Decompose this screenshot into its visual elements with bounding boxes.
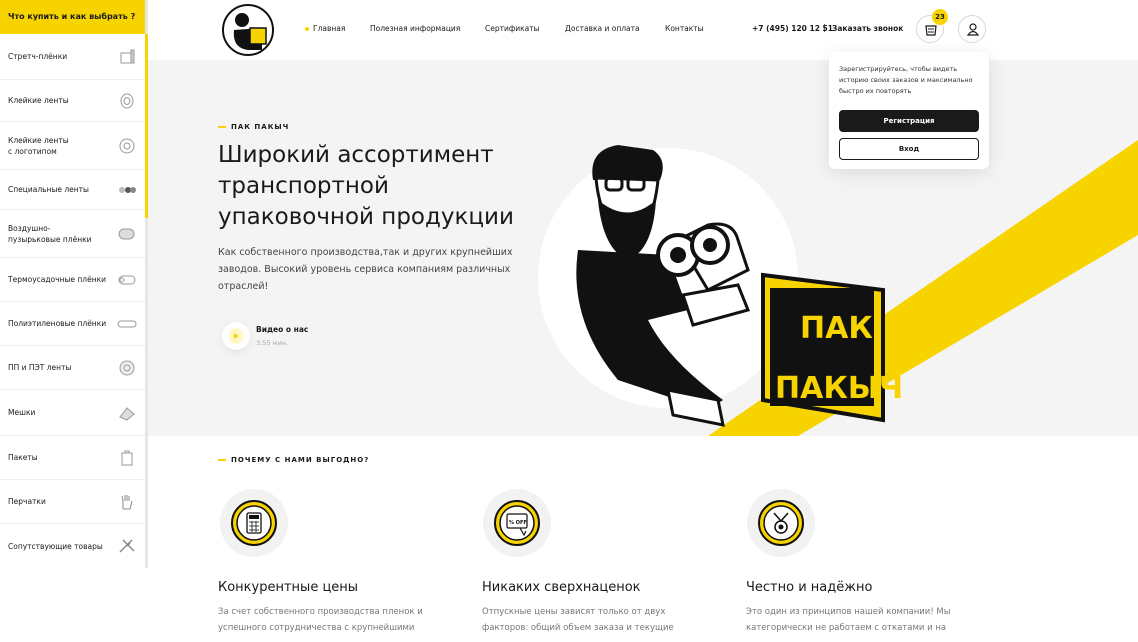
cart-count-badge: 23 [932,9,948,25]
header-separator: | [823,23,826,32]
tools-icon [119,539,135,553]
feature-title: Честно и надёжно [746,580,873,595]
sidebar-item-label: Перчатки [8,497,46,506]
polyethylene-film-icon [117,320,137,328]
sidebar-item-label: ПП и ПЭТ ленты [8,363,72,372]
callback-link[interactable]: Заказать звонок [832,24,903,33]
logo-tape-icon [119,138,135,154]
page: Что купить и как выбрать ? Стретч-плёнки… [0,0,1138,642]
popover-text: Зарегистрируйтесь, чтобы видеть историю … [839,65,973,95]
shrink-film-icon [118,275,136,285]
register-button[interactable]: Регистрация [839,110,979,132]
sidebar-item-strapping[interactable]: ПП и ПЭТ ленты [0,346,145,390]
strapping-tape-icon [119,360,135,376]
medal-icon [747,489,815,557]
sidebar-item-shrink-film[interactable]: Термоусадочные плёнки [0,258,145,302]
bubble-wrap-icon [118,228,135,240]
nav-useful-info[interactable]: Полезная информация [370,24,460,33]
feature-title: Никаких сверхнаценок [482,580,641,595]
sidebar-item-label: Специальные ленты [8,185,89,194]
sidebar-item-label: Воздушно- пузырьковые плёнки [8,223,92,244]
video-duration: 3:55 мин. [256,339,289,347]
account-button[interactable] [958,15,986,43]
box-label-line1: ПАК [800,311,873,346]
category-sidebar: Что купить и как выбрать ? Стретч-плёнки… [0,0,148,568]
stretch-film-icon [120,49,135,64]
sidebar-item-label: Сопутствующие товары [8,541,103,551]
hero-description: Как собственного производства,так и друг… [218,247,513,292]
nav-home[interactable]: Главная [313,24,345,33]
sidebar-item-tape[interactable]: Клейкие ленты [0,80,145,122]
sidebar-item-label: Термоусадочные плёнки [8,275,107,284]
nav-contacts[interactable]: Контакты [665,24,704,33]
sidebar-item-bubble-wrap[interactable]: Воздушно- пузырьковые плёнки [0,210,145,258]
discount-tag-text: % OFF [509,520,527,526]
sidebar-item-sacks[interactable]: Мешки [0,390,145,436]
video-play-button[interactable] [222,322,250,350]
sidebar-header[interactable]: Что купить и как выбрать ? [0,0,145,34]
feature-text: Это один из принципов нашей компании! Мы… [746,607,951,633]
sidebar-item-label: Стретч-плёнки [8,52,68,61]
sidebar-item-special-tape[interactable]: Специальные ленты [0,170,145,210]
box-label-line2: ПАКЫЧ [775,371,903,406]
bag-icon [121,450,133,466]
sidebar-item-label: Полиэтиленовые плёнки [8,319,107,328]
sidebar-item-label: Клейкие ленты с логотипом [8,135,69,156]
why-eyebrow: ПОЧЕМУ С НАМИ ВЫГОДНО? [218,456,369,464]
user-icon [966,23,980,36]
glove-icon [121,495,133,510]
tape-roll-icon [120,93,134,109]
sidebar-item-polyethylene[interactable]: Полиэтиленовые плёнки [0,302,145,346]
calculator-icon [220,489,288,557]
special-tape-icon [119,187,136,193]
sidebar-item-accessories[interactable]: Сопутствующие товары [0,524,145,568]
phone-link[interactable]: +7 (495) 120 12 51 [752,24,833,33]
play-icon [228,328,244,344]
sidebar-item-gloves[interactable]: Перчатки [0,480,145,524]
sidebar-item-bags[interactable]: Пакеты [0,436,145,480]
sidebar-item-stretch-film[interactable]: Стретч-плёнки [0,34,145,80]
nav-certificates[interactable]: Сертификаты [485,24,540,33]
discount-tag-icon: % OFF [483,489,551,557]
sidebar-item-label: Пакеты [8,453,38,462]
account-popover: Зарегистрируйтесь, чтобы видеть историю … [829,52,989,169]
feature-title: Конкурентные цены [218,580,359,595]
sidebar-item-logo-tape[interactable]: Клейкие ленты с логотипом [0,122,145,170]
nav-delivery[interactable]: Доставка и оплата [565,24,640,33]
hero-eyebrow: ПАК ПАКЫЧ [218,123,289,131]
video-title[interactable]: Видео о нас [256,325,308,334]
sack-icon [119,407,135,421]
sidebar-item-label: Клейкие ленты [8,96,69,105]
feature-text: Отпускные цены зависят только от двух фа… [482,607,674,633]
hero-title: Широкий ассортимент транспортной упаково… [218,142,514,230]
logo[interactable] [222,4,274,56]
login-button[interactable]: Вход [839,138,979,160]
sidebar-item-label: Мешки [8,408,36,417]
active-nav-dot [305,27,309,31]
feature-text: За счет собственного производства пленок… [218,607,423,633]
